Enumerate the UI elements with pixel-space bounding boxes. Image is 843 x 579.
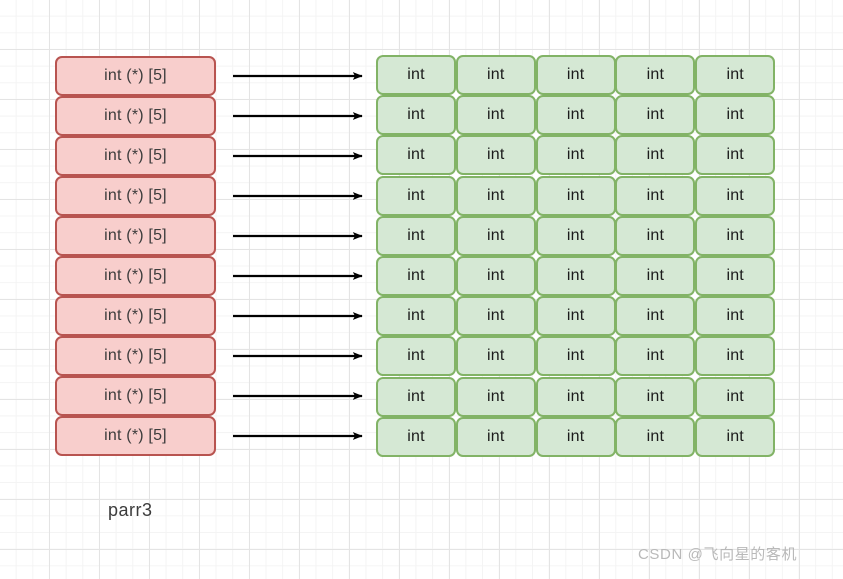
- int-cell: int: [376, 336, 456, 377]
- int-cell: int: [535, 416, 616, 457]
- int-cell: int: [535, 376, 616, 417]
- pointer-cell: int (*) [5]: [55, 336, 216, 376]
- int-cell: int: [615, 135, 696, 176]
- int-row: int int int int int: [376, 215, 776, 256]
- int-row: int int int int int: [376, 376, 776, 417]
- int-cell: int: [376, 55, 456, 95]
- int-cell: int: [695, 376, 776, 417]
- int-row: int int int int int: [376, 296, 776, 337]
- int-cell: int: [615, 55, 696, 95]
- parr3-label: parr3: [108, 500, 153, 520]
- int-cell: int: [376, 256, 456, 296]
- int-cell: int: [376, 215, 456, 256]
- int-cell: int: [455, 376, 536, 417]
- int-cell: int: [455, 296, 536, 337]
- int-cell: int: [455, 215, 536, 256]
- int-row: int int int int int: [376, 336, 776, 377]
- pointer-cell: int (*) [5]: [55, 96, 216, 136]
- pointer-cell: int (*) [5]: [55, 376, 216, 416]
- int-cell: int: [695, 95, 776, 136]
- pointer-cell: int (*) [5]: [55, 216, 216, 256]
- int-cell: int: [535, 336, 616, 377]
- int-cell: int: [455, 416, 536, 457]
- int-cell: int: [615, 336, 696, 377]
- int-cell: int: [695, 296, 776, 337]
- int-row: int int int int int: [376, 416, 776, 457]
- int-cell: int: [695, 215, 776, 256]
- int-cell: int: [376, 95, 456, 136]
- int-cell: int: [376, 175, 456, 216]
- int-cell: int: [695, 135, 776, 176]
- int-cell: int: [535, 256, 616, 296]
- diagram-canvas: int (*) [5] int (*) [5] int (*) [5] int (*)…: [0, 0, 843, 579]
- int-row: int int int int int: [376, 175, 776, 216]
- int-row: int int int int int: [376, 55, 776, 95]
- int-row: int int int int int: [376, 135, 776, 176]
- int-cell: int: [455, 336, 536, 377]
- int-cell: int: [535, 296, 616, 337]
- pointer-cell: int (*) [5]: [55, 296, 216, 336]
- int-cell: int: [695, 336, 776, 377]
- pointer-cell: int (*) [5]: [55, 136, 216, 176]
- int-row: int int int int int: [376, 95, 776, 136]
- int-cell: int: [615, 296, 696, 337]
- int-cell: int: [535, 175, 616, 216]
- int-cell: int: [695, 55, 776, 95]
- int-cell: int: [535, 95, 616, 136]
- int-matrix-grid: int int int int int int int int int int int int int i…: [376, 55, 776, 457]
- pointer-cell: int (*) [5]: [55, 176, 216, 216]
- int-cell: int: [455, 256, 536, 296]
- int-cell: int: [535, 135, 616, 176]
- int-row: int int int int int: [376, 256, 776, 296]
- int-cell: int: [455, 95, 536, 136]
- int-cell: int: [455, 175, 536, 216]
- int-cell: int: [376, 135, 456, 176]
- int-cell: int: [615, 215, 696, 256]
- int-cell: int: [615, 376, 696, 417]
- int-cell: int: [535, 55, 616, 95]
- int-cell: int: [455, 135, 536, 176]
- int-cell: int: [376, 416, 456, 457]
- arrow-group: [233, 72, 363, 440]
- int-cell: int: [376, 376, 456, 417]
- int-cell: int: [376, 296, 456, 337]
- int-cell: int: [615, 95, 696, 136]
- int-cell: int: [535, 215, 616, 256]
- int-cell: int: [695, 416, 776, 457]
- int-cell: int: [695, 175, 776, 216]
- pointer-cell: int (*) [5]: [55, 256, 216, 296]
- pointer-array-column: int (*) [5] int (*) [5] int (*) [5] int (*)…: [55, 56, 216, 456]
- int-cell: int: [615, 175, 696, 216]
- csdn-watermark: CSDN @飞向星的客机: [638, 546, 798, 563]
- int-cell: int: [695, 256, 776, 296]
- pointer-cell: int (*) [5]: [55, 56, 216, 96]
- int-cell: int: [615, 416, 696, 457]
- pointer-cell: int (*) [5]: [55, 416, 216, 456]
- int-cell: int: [615, 256, 696, 296]
- int-cell: int: [455, 55, 536, 95]
